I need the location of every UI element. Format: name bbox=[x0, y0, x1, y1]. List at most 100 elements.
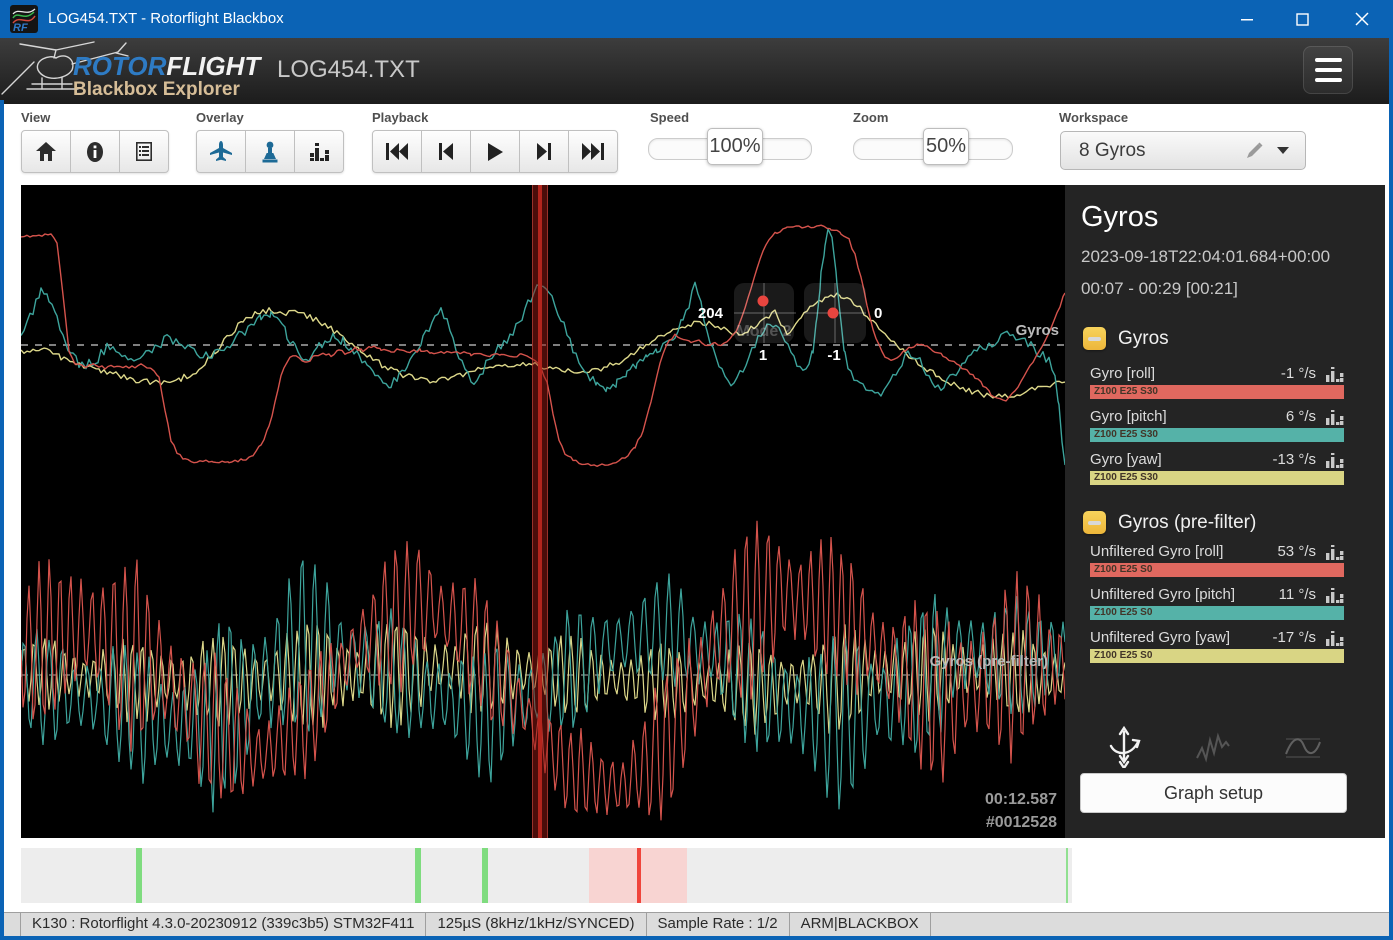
craft-overlay-button[interactable] bbox=[196, 130, 246, 173]
stick-position-dot bbox=[828, 308, 839, 319]
stick-position-dot bbox=[758, 296, 769, 307]
chevron-down-icon bbox=[1277, 147, 1289, 154]
status-cell: ARM|BLACKBOX bbox=[789, 913, 931, 936]
sidebar-title: Gyros bbox=[1081, 201, 1158, 234]
collapse-group-icon[interactable] bbox=[1083, 327, 1106, 350]
speed-group-label: Speed bbox=[650, 110, 689, 125]
svg-text:RF: RF bbox=[13, 22, 28, 33]
analyser-icon[interactable] bbox=[1326, 453, 1344, 468]
field-label: Unfiltered Gyro [pitch] bbox=[1090, 586, 1235, 603]
curve-settings-bar[interactable]: Z100 E25 S0 bbox=[1090, 563, 1344, 577]
analyser-icon[interactable] bbox=[1326, 367, 1344, 382]
maximize-icon bbox=[1296, 13, 1309, 26]
status-cell: Sample Rate : 1/2 bbox=[646, 913, 790, 936]
spectrum-tool-icon[interactable] bbox=[1196, 732, 1230, 764]
jump-end-button[interactable] bbox=[568, 130, 618, 173]
field-row: Unfiltered Gyro [yaw]-17 °/sZ100 E25 S0 bbox=[1090, 629, 1344, 669]
field-row: Gyro [roll]-1 °/sZ100 E25 S30 bbox=[1090, 365, 1344, 405]
field-label: Gyro [roll] bbox=[1090, 365, 1155, 382]
graph-tools bbox=[1065, 726, 1385, 772]
home-button[interactable] bbox=[21, 130, 71, 173]
brand-flight: FLIGHT bbox=[166, 51, 260, 81]
curve-settings-bar[interactable]: Z100 E25 S30 bbox=[1090, 385, 1344, 399]
field-label: Gyro [yaw] bbox=[1090, 451, 1162, 468]
graph-group-header: Gyros (pre-filter) bbox=[1083, 511, 1256, 534]
filter-curve-tool-icon[interactable] bbox=[1285, 732, 1321, 764]
graph-traces bbox=[21, 185, 1065, 838]
menu-button[interactable] bbox=[1303, 46, 1353, 94]
status-cell: 125µS (8kHz/1kHz/SYNCED) bbox=[425, 913, 646, 936]
curve-settings-bar[interactable]: Z100 E25 S30 bbox=[1090, 428, 1344, 442]
field-label: Unfiltered Gyro [roll] bbox=[1090, 543, 1223, 560]
jump-start-button[interactable] bbox=[372, 130, 422, 173]
home-icon bbox=[36, 142, 56, 161]
title-bar: RF LOG454.TXT - Rotorflight Blackbox bbox=[0, 0, 1393, 38]
window-border-bottom bbox=[0, 936, 1393, 940]
workspace-dropdown[interactable]: 8 Gyros bbox=[1060, 131, 1306, 170]
field-row: Unfiltered Gyro [pitch]11 °/sZ100 E25 S0 bbox=[1090, 586, 1344, 626]
minimize-button[interactable] bbox=[1224, 0, 1270, 38]
skip-to-end-icon bbox=[582, 143, 604, 160]
analyser-icon[interactable] bbox=[1326, 631, 1344, 646]
zoom-slider-thumb[interactable]: 50% bbox=[923, 128, 969, 165]
log-timeline-seekbar[interactable] bbox=[21, 848, 1072, 903]
field-value: 53 °/s bbox=[1277, 543, 1316, 560]
analyser-icon[interactable] bbox=[1326, 545, 1344, 560]
maximize-button[interactable] bbox=[1279, 0, 1325, 38]
curve-settings-bar[interactable]: Z100 E25 S0 bbox=[1090, 606, 1344, 620]
brand-rotor: ROTOR bbox=[73, 51, 166, 81]
curve-settings-bar[interactable]: Z100 E25 S30 bbox=[1090, 471, 1344, 485]
field-label: Gyro [pitch] bbox=[1090, 408, 1167, 425]
field-row: Unfiltered Gyro [roll] 53 °/s Z100 E25 S0 bbox=[1090, 543, 1344, 583]
log-table-button[interactable] bbox=[119, 130, 169, 173]
pan-zoom-tool-icon[interactable] bbox=[1107, 726, 1141, 768]
app-window: RF LOG454.TXT - Rotorflight Blackbox bbox=[0, 0, 1393, 940]
brand-subtitle: Blackbox Explorer bbox=[73, 79, 240, 101]
pencil-icon[interactable] bbox=[1246, 142, 1263, 159]
analyser-icon bbox=[310, 143, 329, 161]
playback-group-label: Playback bbox=[372, 110, 428, 125]
timeline-green-marker bbox=[482, 848, 488, 903]
overlay-group-label: Overlay bbox=[196, 110, 244, 125]
timeline-green-marker bbox=[415, 848, 421, 903]
playback-button-group bbox=[372, 130, 618, 173]
step-back-icon bbox=[439, 143, 453, 160]
hamburger-icon bbox=[1315, 58, 1342, 62]
log-graph-canvas[interactable]: 204 0 1 -1 Mode 2 Gyros Gyros (pre-filte… bbox=[21, 185, 1065, 838]
stick-left-value: 204 bbox=[689, 305, 723, 322]
next-frame-button[interactable] bbox=[519, 130, 569, 173]
analyser-overlay-button[interactable] bbox=[294, 130, 344, 173]
field-value: 6 °/s bbox=[1286, 408, 1316, 425]
app-icon: RF bbox=[10, 5, 38, 33]
graph-setup-label: Graph setup bbox=[1164, 783, 1263, 804]
collapse-group-icon[interactable] bbox=[1083, 511, 1106, 534]
field-row: Gyro [pitch] 6 °/s Z100 E25 S30 bbox=[1090, 408, 1344, 448]
workspace-value: 8 Gyros bbox=[1079, 140, 1246, 162]
close-button[interactable] bbox=[1339, 0, 1385, 38]
analyser-icon[interactable] bbox=[1326, 410, 1344, 425]
frame-number: #0012528 bbox=[986, 814, 1057, 832]
zoom-group-label: Zoom bbox=[853, 110, 888, 125]
speed-slider-thumb[interactable]: 100% bbox=[707, 128, 763, 165]
prev-frame-button[interactable] bbox=[421, 130, 471, 173]
info-icon bbox=[87, 142, 103, 162]
minimize-icon bbox=[1241, 13, 1254, 26]
close-icon bbox=[1355, 12, 1369, 26]
graph-group-header: Gyros bbox=[1083, 327, 1169, 350]
analyser-icon[interactable] bbox=[1326, 588, 1344, 603]
sticks-overlay-button[interactable] bbox=[245, 130, 295, 173]
group-label: Gyros bbox=[1118, 328, 1169, 350]
skip-to-start-icon bbox=[386, 143, 408, 160]
field-row: Gyro [yaw]-13 °/sZ100 E25 S30 bbox=[1090, 451, 1344, 491]
graph-setup-button[interactable]: Graph setup bbox=[1080, 773, 1347, 813]
bottom-graph-label: Gyros (pre-filter) bbox=[930, 653, 1048, 670]
log-info-button[interactable] bbox=[70, 130, 120, 173]
overlay-button-group bbox=[196, 130, 344, 173]
stick-left-sub-value: 1 bbox=[749, 347, 777, 364]
sticks-icon bbox=[260, 141, 280, 163]
log-file-name: LOG454.TXT bbox=[277, 56, 420, 84]
play-button[interactable] bbox=[470, 130, 520, 173]
stick-right-value: 0 bbox=[874, 305, 882, 322]
curve-settings-bar[interactable]: Z100 E25 S0 bbox=[1090, 649, 1344, 663]
field-label: Unfiltered Gyro [yaw] bbox=[1090, 629, 1230, 646]
